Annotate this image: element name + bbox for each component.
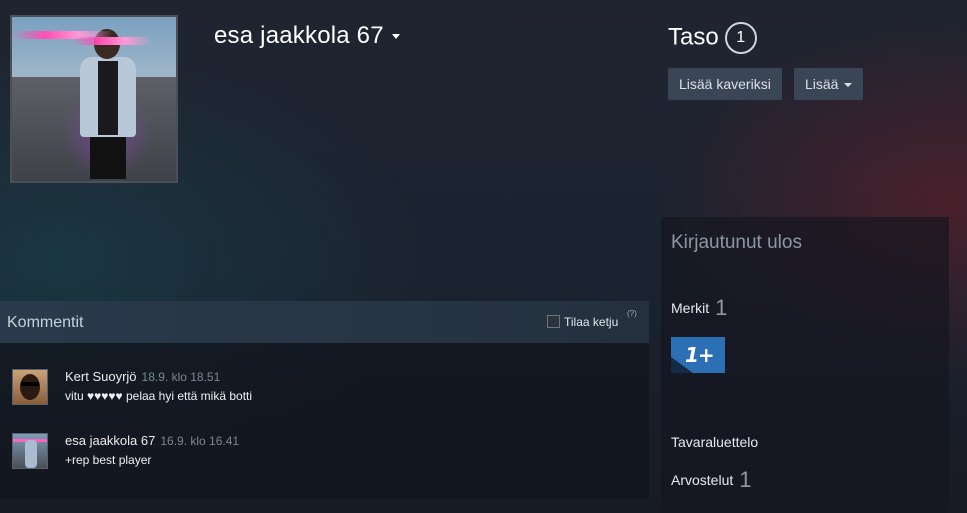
persona-name-dropdown[interactable]: esa jaakkola 67	[214, 22, 400, 50]
comment-timestamp: 16.9. klo 16.41	[160, 434, 240, 448]
badges-count: 1	[715, 295, 728, 320]
help-link[interactable]: (?)	[627, 309, 637, 318]
avatar-legs	[90, 133, 126, 179]
more-label: Lisää	[805, 76, 839, 92]
comments-panel: Kommentit Tilaa ketju (?) Kert Suoyrjö 18…	[0, 301, 649, 499]
avatar-face	[20, 374, 40, 400]
avatar-shades	[21, 382, 39, 386]
add-friend-label: Lisää kaveriksi	[679, 76, 771, 92]
reviews-label: Arvostelut	[671, 472, 734, 488]
comment-header: esa jaakkola 67 16.9. klo 16.41	[65, 433, 239, 448]
inventory-label: Tavaraluettelo	[671, 434, 759, 450]
comment-text: vitu ♥♥♥♥♥ pelaa hyi että mikä botti	[65, 389, 253, 403]
comment-text: +rep best player	[65, 453, 152, 467]
subscribe-label: Tilaa ketju	[564, 315, 619, 329]
persona-name: esa jaakkola 67	[214, 22, 384, 49]
level-label: Taso	[668, 23, 719, 51]
comments-header: Kommentit Tilaa ketju (?)	[0, 301, 649, 343]
comment-timestamp: 18.9. klo 18.51	[141, 370, 221, 384]
reviews-count: 1	[739, 467, 752, 492]
comments-title: Kommentit	[7, 314, 84, 331]
comment-header: Kert Suoyrjö 18.9. klo 18.51	[65, 369, 220, 384]
avatar-beam	[72, 37, 152, 45]
checkbox-icon[interactable]	[547, 315, 560, 328]
commenter-avatar[interactable]	[12, 433, 48, 469]
profile-level: Taso 1	[668, 22, 757, 54]
reviews-link[interactable]: Arvostelut 1	[671, 467, 752, 493]
comment-author[interactable]: esa jaakkola 67	[65, 433, 155, 448]
commenter-avatar[interactable]	[12, 369, 48, 405]
inventory-link[interactable]: Tavaraluettelo	[671, 434, 758, 450]
more-button[interactable]: Lisää	[794, 68, 864, 100]
add-friend-button[interactable]: Lisää kaveriksi	[668, 68, 782, 100]
badges-label: Merkit	[671, 300, 710, 316]
chevron-down-icon	[844, 83, 853, 88]
level-badge[interactable]: 1	[724, 22, 757, 54]
chevron-down-icon	[391, 34, 400, 40]
years-of-service-badge-icon[interactable]: 1+	[671, 337, 725, 373]
avatar-figure	[25, 440, 37, 468]
avatar-shirt	[98, 61, 118, 135]
profile-sidebar: Kirjautunut ulos Merkit 1 1+ Tavaraluette…	[661, 217, 949, 513]
online-status: Kirjautunut ulos	[671, 232, 802, 253]
comment-item: esa jaakkola 67 16.9. klo 16.41 +rep best…	[0, 433, 649, 473]
subscribe-thread-checkbox[interactable]: Tilaa ketju	[547, 315, 618, 329]
profile-avatar	[10, 15, 178, 183]
avatar-person	[80, 29, 136, 179]
comment-item: Kert Suoyrjö 18.9. klo 18.51 vitu ♥♥♥♥♥ p…	[0, 369, 649, 409]
comment-author[interactable]: Kert Suoyrjö	[65, 369, 137, 384]
badge-text: 1+	[685, 343, 715, 367]
badges-link[interactable]: Merkit 1	[671, 295, 727, 321]
